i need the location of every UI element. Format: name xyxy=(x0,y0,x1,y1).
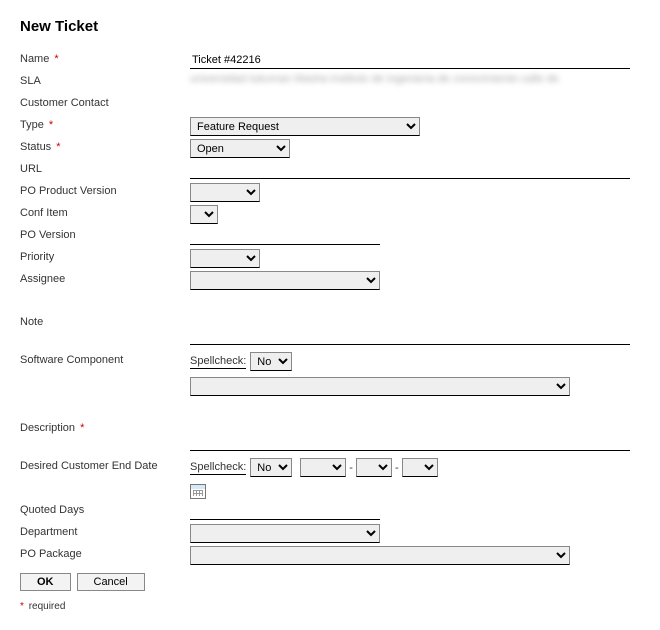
conf-item-select[interactable] xyxy=(190,205,218,224)
software-component-select[interactable] xyxy=(190,377,570,396)
label-desired-end-date: Desired Customer End Date xyxy=(20,458,190,472)
url-input[interactable] xyxy=(190,161,630,179)
note-textarea[interactable] xyxy=(190,297,630,345)
label-status: Status * xyxy=(20,139,190,153)
po-product-version-select[interactable] xyxy=(190,183,260,202)
department-select[interactable] xyxy=(190,524,380,543)
label-assignee: Assignee xyxy=(20,271,190,285)
label-conf-item: Conf Item xyxy=(20,205,190,219)
label-note: Note xyxy=(20,314,190,328)
status-select[interactable]: Open xyxy=(190,139,290,158)
label-type: Type * xyxy=(20,117,190,131)
spellcheck-label-1: Spellcheck: xyxy=(190,355,246,369)
cancel-button[interactable]: Cancel xyxy=(77,573,145,591)
assignee-select[interactable] xyxy=(190,271,380,290)
label-description: Description * xyxy=(20,420,190,434)
po-package-select[interactable] xyxy=(190,546,570,565)
label-department: Department xyxy=(20,524,190,538)
label-url: URL xyxy=(20,161,190,175)
label-quoted-days: Quoted Days xyxy=(20,502,190,516)
label-po-product-version: PO Product Version xyxy=(20,183,190,197)
label-priority: Priority xyxy=(20,249,190,263)
page-title: New Ticket xyxy=(20,18,640,35)
spellcheck-label-2: Spellcheck: xyxy=(190,461,246,475)
po-version-input[interactable] xyxy=(190,227,380,245)
ok-button[interactable]: OK xyxy=(20,573,71,591)
quoted-days-input[interactable] xyxy=(190,502,380,520)
label-name: Name * xyxy=(20,51,190,65)
description-textarea[interactable] xyxy=(190,403,630,451)
date-sep-1: - xyxy=(348,462,354,474)
priority-select[interactable] xyxy=(190,249,260,268)
label-sla: SLA xyxy=(20,73,190,87)
spellcheck-select-2[interactable]: No xyxy=(250,458,292,477)
date-month-select[interactable] xyxy=(356,458,392,477)
label-software-component: Software Component xyxy=(20,352,190,366)
date-year-select[interactable] xyxy=(300,458,346,477)
type-select[interactable]: Feature Request xyxy=(190,117,420,136)
sla-value: universidad tukuman Masha instituto de i… xyxy=(190,73,630,89)
name-input[interactable] xyxy=(190,51,630,69)
spellcheck-select-1[interactable]: No xyxy=(250,352,292,371)
label-po-package: PO Package xyxy=(20,546,190,560)
label-po-version: PO Version xyxy=(20,227,190,241)
date-day-select[interactable] xyxy=(402,458,438,477)
calendar-icon[interactable] xyxy=(190,484,206,499)
date-sep-2: - xyxy=(394,462,400,474)
label-customer-contact: Customer Contact xyxy=(20,95,190,109)
